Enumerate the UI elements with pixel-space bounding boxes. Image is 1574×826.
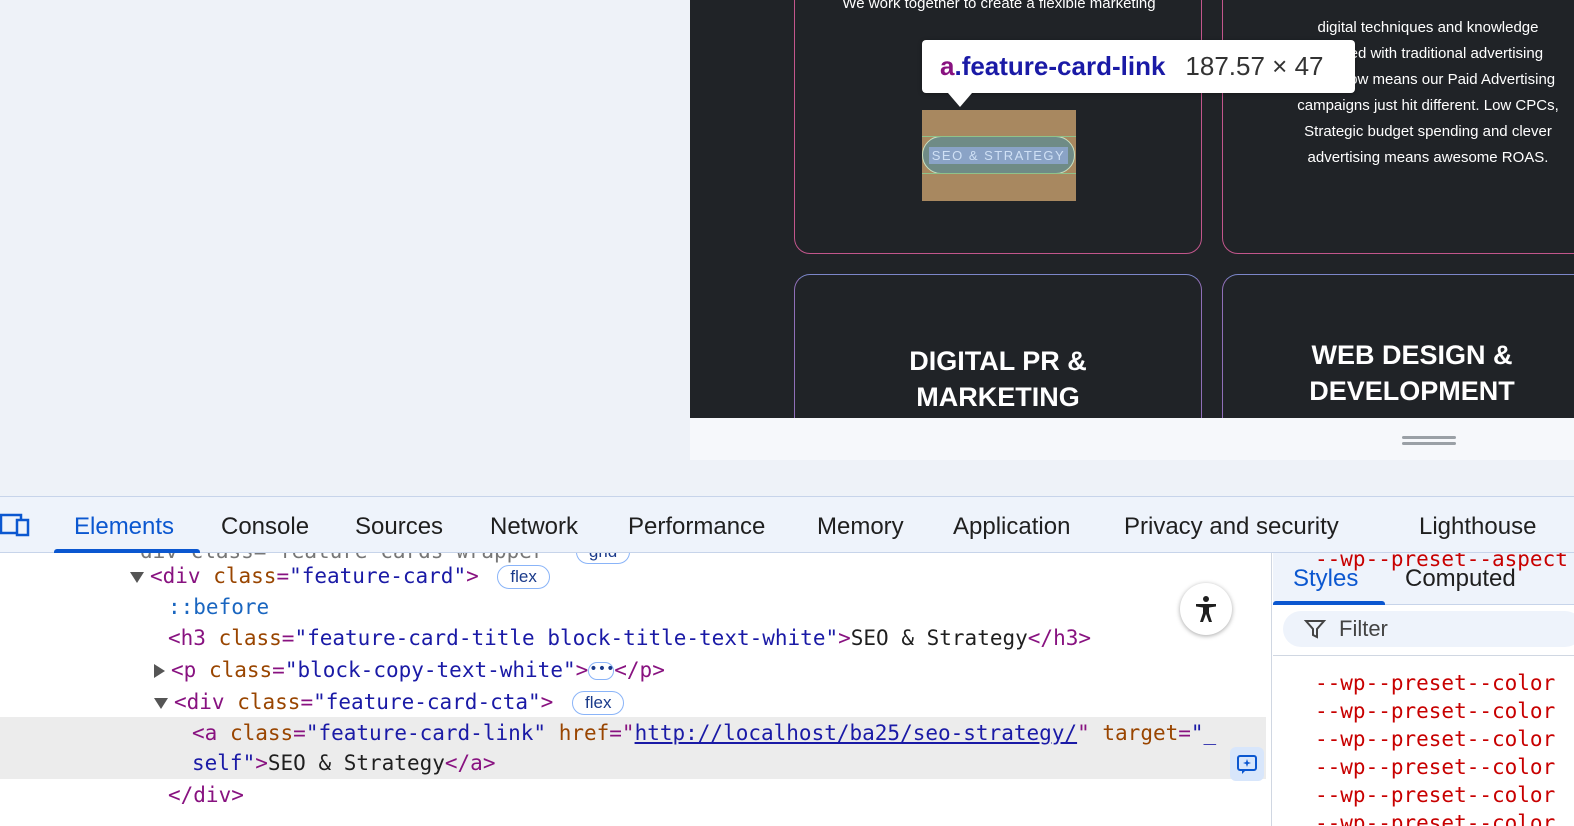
elements-tree[interactable]: div class="feature-cards-wrapper" grid <… [0, 553, 1272, 826]
filter-placeholder: Filter [1339, 616, 1388, 641]
styles-filter-input[interactable]: Filter [1283, 611, 1574, 647]
dom-node-feature-card[interactable]: <div class="feature-card"> flex [130, 561, 550, 592]
tab-privacy-security[interactable]: Privacy and security [1124, 497, 1339, 553]
devtools-panel: Elements Console Sources Network Perform… [0, 496, 1574, 826]
style-property[interactable]: --wp--preset--color [1315, 809, 1555, 826]
ai-sparkle-icon [1237, 755, 1257, 774]
tooltip-tag: a [940, 51, 955, 81]
divider [1273, 655, 1574, 656]
tab-lighthouse[interactable]: Lighthouse [1419, 497, 1536, 553]
feature-card-link[interactable]: SEO & STRATEGY [922, 136, 1075, 174]
accessibility-tree-button[interactable] [1180, 583, 1232, 635]
dom-node-div-close[interactable]: </div> [168, 780, 244, 811]
tab-sources[interactable]: Sources [355, 497, 443, 553]
tooltip-class: .feature-card-link [954, 51, 1166, 81]
ai-assistance-button[interactable] [1230, 747, 1264, 781]
card-copy-paid: digital techniques and knowledge blended… [1297, 19, 1559, 166]
resize-handle-icon[interactable] [1402, 436, 1456, 448]
flex-badge[interactable]: flex [497, 565, 550, 589]
dom-node-h3[interactable]: <h3 class="feature-card-title block-titl… [168, 623, 1091, 654]
dom-node-p[interactable]: <p class="block-copy-text-white">•••</p> [154, 655, 665, 686]
card-title-web-design: WEB DESIGN & DEVELOPMENT [1309, 340, 1515, 406]
devtools-window: We work together to create a flexible ma… [0, 0, 1574, 826]
style-property[interactable]: --wp--preset--color [1315, 697, 1555, 725]
style-property[interactable]: --wp--preset--color [1315, 669, 1555, 697]
tab-application[interactable]: Application [953, 497, 1070, 553]
dom-node-a-selected[interactable]: <a class="feature-card-link" href="http:… [192, 718, 1216, 749]
collapse-arrow-icon[interactable] [130, 571, 144, 583]
dom-node-a-continued[interactable]: self">SEO & Strategy</a> [192, 748, 495, 779]
style-property[interactable]: --wp--preset--color [1315, 725, 1555, 753]
tab-console[interactable]: Console [221, 497, 309, 553]
expand-arrow-icon[interactable] [154, 664, 165, 678]
href-link[interactable]: http://localhost/ba25/seo-strategy/ [635, 721, 1078, 745]
style-property[interactable]: --wp--preset--color [1315, 753, 1555, 781]
style-property[interactable]: --wp--preset--color [1315, 781, 1555, 809]
feature-card-web-design[interactable]: WEB DESIGN & DEVELOPMENT [1222, 274, 1574, 418]
tab-performance[interactable]: Performance [628, 497, 765, 553]
flex-badge[interactable]: flex [571, 691, 625, 715]
device-toolbar-icon[interactable] [0, 511, 30, 539]
ellipsis-icon[interactable]: ••• [588, 662, 615, 680]
tooltip-dimensions: 187.57 × 47 [1185, 51, 1324, 81]
active-styles-tab-indicator [1273, 601, 1385, 605]
devtools-tabbar: Elements Console Sources Network Perform… [0, 497, 1574, 553]
filter-icon [1303, 620, 1327, 639]
tab-network[interactable]: Network [490, 497, 578, 553]
tab-elements[interactable]: Elements [74, 497, 174, 553]
card-title-digital-pr: DIGITAL PR & MARKETING [909, 346, 1087, 412]
collapse-arrow-icon[interactable] [154, 697, 168, 709]
tooltip-arrow [948, 93, 972, 107]
accessibility-icon [1196, 596, 1216, 622]
dom-node-feature-card-cta[interactable]: <div class="feature-card-cta"> flex [154, 687, 625, 718]
style-property[interactable]: --wp--preset--aspect [1315, 553, 1568, 573]
feature-card-digital-pr[interactable]: DIGITAL PR & MARKETING [794, 274, 1202, 418]
dom-node-before[interactable]: ::before [168, 592, 269, 623]
feature-card-paid[interactable]: digital techniques and knowledge blended… [1222, 0, 1574, 254]
card-copy: We work together to create a flexible ma… [842, 0, 1156, 12]
styles-sidebar: Styles Computed Filter --wp--preset--asp… [1273, 553, 1574, 826]
tab-memory[interactable]: Memory [817, 497, 904, 553]
inspect-tooltip: a .feature-card-link 187.57 × 47 [922, 40, 1355, 93]
grid-badge[interactable]: grid [575, 553, 631, 564]
cta-label: SEO & STRATEGY [928, 146, 1069, 164]
